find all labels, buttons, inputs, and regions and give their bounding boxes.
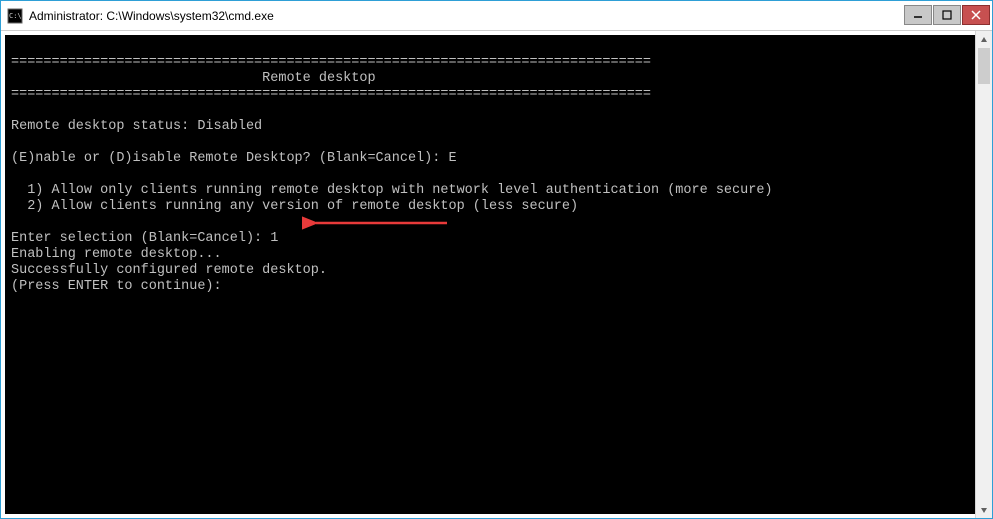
console-output[interactable]: ========================================… [5, 35, 975, 514]
option-2: 2) Allow clients running any version of … [11, 199, 578, 214]
client-area: ========================================… [1, 31, 992, 518]
scroll-up-button[interactable] [976, 31, 992, 48]
svg-text:C:\: C:\ [9, 12, 22, 20]
close-button[interactable] [962, 5, 990, 25]
maximize-button[interactable] [933, 5, 961, 25]
scroll-track[interactable] [976, 48, 992, 501]
window-controls [904, 5, 990, 27]
press-enter-line: (Press ENTER to continue): [11, 279, 222, 294]
cmd-icon: C:\ [7, 8, 23, 24]
status-line: Remote desktop status: Disabled [11, 119, 262, 134]
separator-line: ========================================… [11, 55, 651, 70]
minimize-button[interactable] [904, 5, 932, 25]
annotation-arrow-icon [302, 215, 452, 231]
heading-indent [11, 71, 262, 86]
cmd-window: C:\ Administrator: C:\Windows\system32\c… [0, 0, 993, 519]
heading-text: Remote desktop [262, 71, 375, 86]
scroll-down-button[interactable] [976, 501, 992, 518]
vertical-scrollbar[interactable] [975, 31, 992, 518]
window-title: Administrator: C:\Windows\system32\cmd.e… [29, 9, 904, 23]
success-line: Successfully configured remote desktop. [11, 263, 327, 278]
enabling-line: Enabling remote desktop... [11, 247, 222, 262]
scroll-thumb[interactable] [978, 48, 990, 84]
separator-line: ========================================… [11, 87, 651, 102]
enable-prompt: (E)nable or (D)isable Remote Desktop? (B… [11, 151, 457, 166]
selection-prompt: Enter selection (Blank=Cancel): 1 [11, 231, 278, 246]
titlebar[interactable]: C:\ Administrator: C:\Windows\system32\c… [1, 1, 992, 31]
option-1: 1) Allow only clients running remote des… [11, 183, 773, 198]
